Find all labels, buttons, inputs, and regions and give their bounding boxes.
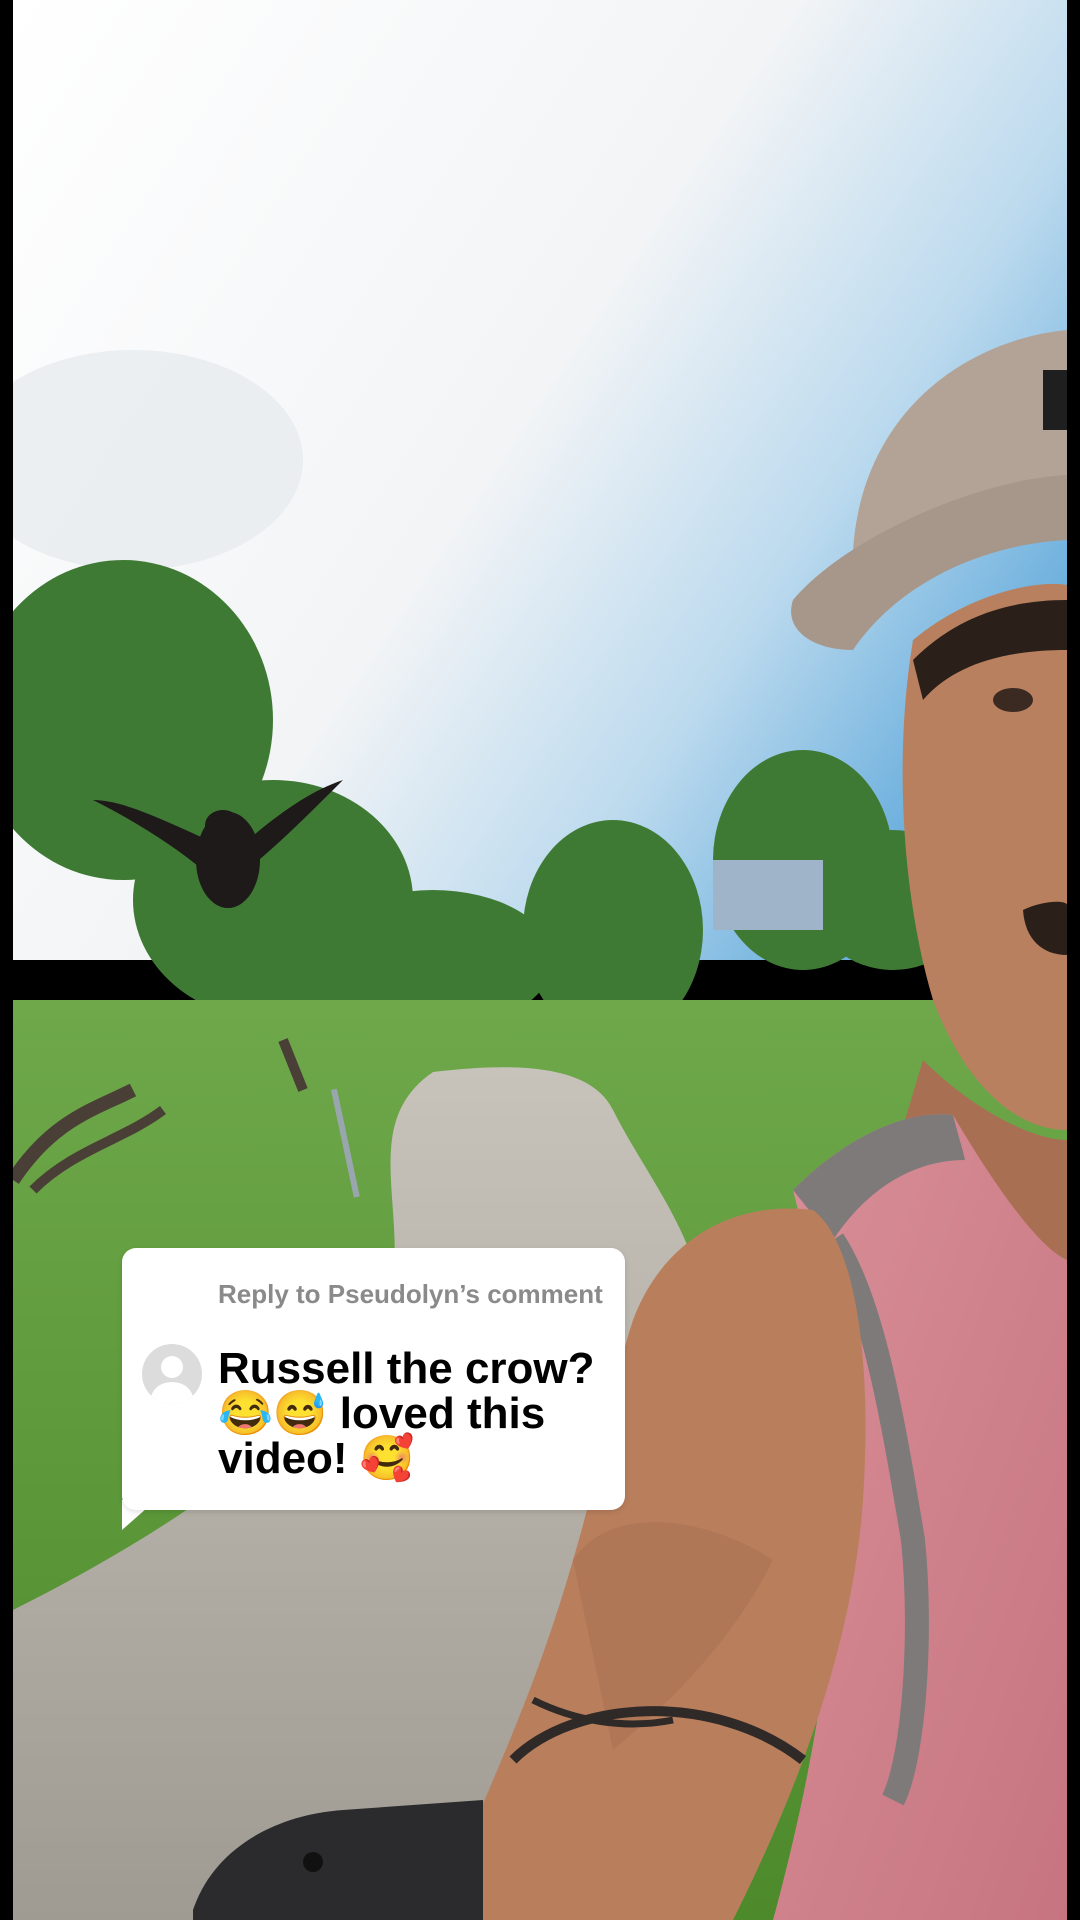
avatar-shoulders-shape: [151, 1382, 193, 1404]
video-scene: [13, 0, 1067, 1920]
right-letterbox: [1067, 0, 1080, 1920]
commenter-avatar[interactable]: [142, 1344, 202, 1404]
reply-comment-sticker[interactable]: Reply to Pseudolyn’s comment Russell the…: [122, 1248, 625, 1510]
reply-comment-text: Russell the crow? 😂😅 loved this video! 🥰: [218, 1344, 595, 1483]
left-letterbox: [0, 0, 13, 1920]
reply-to-header: Reply to Pseudolyn’s comment: [218, 1279, 603, 1309]
video-still: [13, 0, 1067, 1920]
video-frame[interactable]: Reply to Pseudolyn’s comment Russell the…: [0, 0, 1080, 1920]
avatar-head-shape: [161, 1356, 183, 1378]
